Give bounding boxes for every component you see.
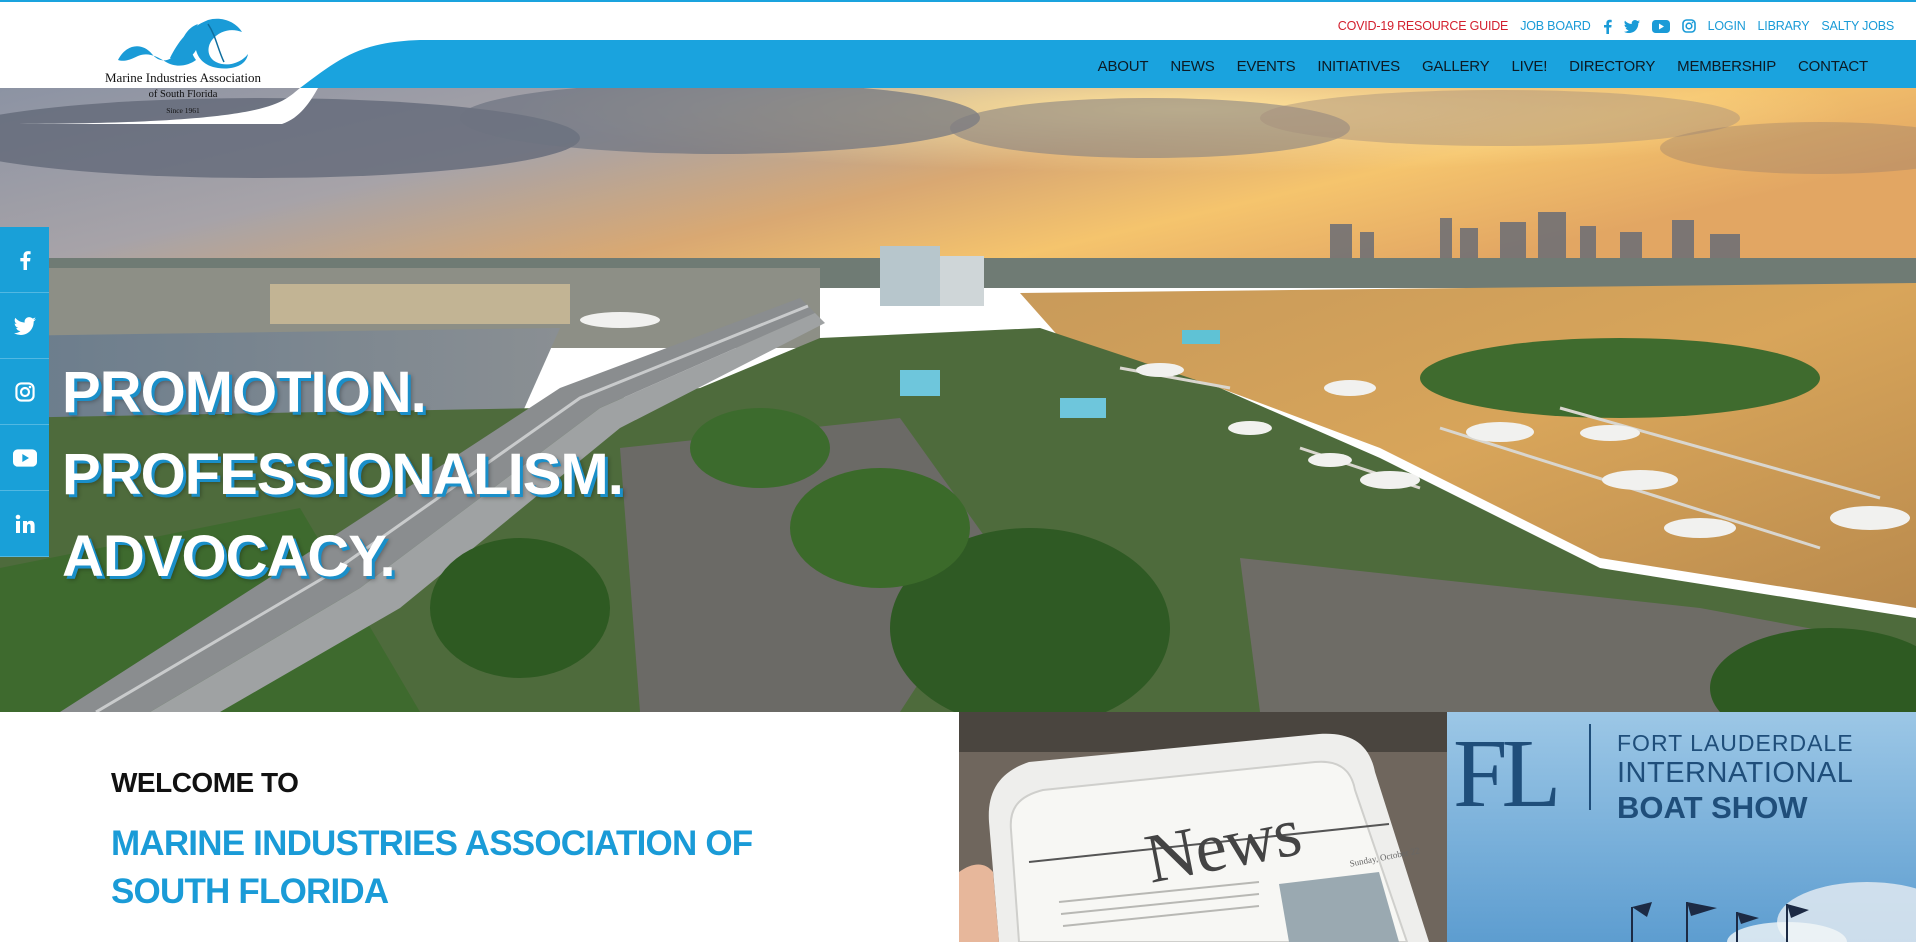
nav-news[interactable]: NEWS xyxy=(1170,58,1214,75)
job-board-link[interactable]: JOB BOARD xyxy=(1520,19,1591,33)
youtube-icon[interactable] xyxy=(1651,19,1670,33)
facebook-icon xyxy=(19,250,31,270)
logo-name: Marine Industries Association xyxy=(105,70,261,85)
logo-since: Since 1961 xyxy=(166,106,200,115)
sidebar-instagram[interactable] xyxy=(0,359,49,425)
nav-initiatives[interactable]: INITIATIVES xyxy=(1317,58,1400,75)
sidebar-linkedin[interactable] xyxy=(0,491,49,557)
nav-about[interactable]: ABOUT xyxy=(1098,58,1149,75)
tagline-professionalism: PROFESSIONALISM. xyxy=(62,442,624,507)
nav-events[interactable]: EVENTS xyxy=(1237,58,1296,75)
wave-logo-icon xyxy=(118,18,248,69)
instagram-icon xyxy=(14,381,35,402)
boat-show-line-3: BOAT SHOW xyxy=(1617,790,1808,825)
hero-banner: PROMOTION. PROFESSIONALISM. ADVOCACY. xyxy=(0,88,1916,712)
logo-subtitle: of South Florida xyxy=(148,89,218,100)
nav-membership[interactable]: MEMBERSHIP xyxy=(1677,58,1776,75)
nav-gallery[interactable]: GALLERY xyxy=(1422,58,1490,75)
welcome-section: WELCOME TO MARINE INDUSTRIES ASSOCIATION… xyxy=(0,712,959,942)
login-link[interactable]: LOGIN xyxy=(1708,19,1746,33)
boat-show-line-2: INTERNATIONAL xyxy=(1617,757,1854,789)
news-tile[interactable]: News Sunday, October 22 xyxy=(959,712,1447,942)
nav-directory[interactable]: DIRECTORY xyxy=(1569,58,1655,75)
top-accent-line xyxy=(0,0,1916,2)
hero-tagline: PROMOTION. PROFESSIONALISM. ADVOCACY. xyxy=(62,352,624,598)
twitter-icon xyxy=(13,316,36,335)
organization-name: MARINE INDUSTRIES ASSOCIATION OF SOUTH F… xyxy=(111,824,753,911)
site-logo[interactable]: Marine Industries Association of South F… xyxy=(92,14,274,120)
welcome-heading: WELCOME TO xyxy=(111,767,299,798)
instagram-icon[interactable] xyxy=(1681,19,1696,33)
twitter-icon[interactable] xyxy=(1623,19,1640,33)
tagline-promotion: PROMOTION. xyxy=(62,360,427,425)
linkedin-icon xyxy=(15,514,35,533)
nav-contact[interactable]: CONTACT xyxy=(1798,58,1868,75)
sidebar-twitter[interactable] xyxy=(0,293,49,359)
boat-show-logo-divider xyxy=(1589,724,1591,810)
facebook-icon[interactable] xyxy=(1603,19,1612,34)
page: Marine Industries Association of South F… xyxy=(0,0,1916,942)
covid-resource-link[interactable]: COVID-19 RESOURCE GUIDE xyxy=(1338,19,1509,33)
youtube-icon xyxy=(12,448,37,467)
tagline-advocacy: ADVOCACY. xyxy=(62,524,396,589)
nav-live[interactable]: LIVE! xyxy=(1511,58,1547,75)
boat-show-line-1: FORT LAUDERDALE xyxy=(1617,730,1854,756)
site-header: Marine Industries Association of South F… xyxy=(0,0,1916,124)
utility-nav: COVID-19 RESOURCE GUIDE JOB BOARD LOGIN … xyxy=(1338,17,1894,35)
boat-show-logo-letters: FL xyxy=(1453,720,1561,828)
sidebar-facebook[interactable] xyxy=(0,227,49,293)
boat-show-tile[interactable]: FL FORT LAUDERDALE INTERNATIONAL BOAT SH… xyxy=(1447,712,1916,942)
sidebar-youtube[interactable] xyxy=(0,425,49,491)
library-link[interactable]: LIBRARY xyxy=(1758,19,1810,33)
social-sidebar xyxy=(0,227,49,557)
salty-jobs-link[interactable]: SALTY JOBS xyxy=(1821,19,1894,33)
main-nav: ABOUT NEWS EVENTS INITIATIVES GALLERY LI… xyxy=(1076,56,1869,76)
